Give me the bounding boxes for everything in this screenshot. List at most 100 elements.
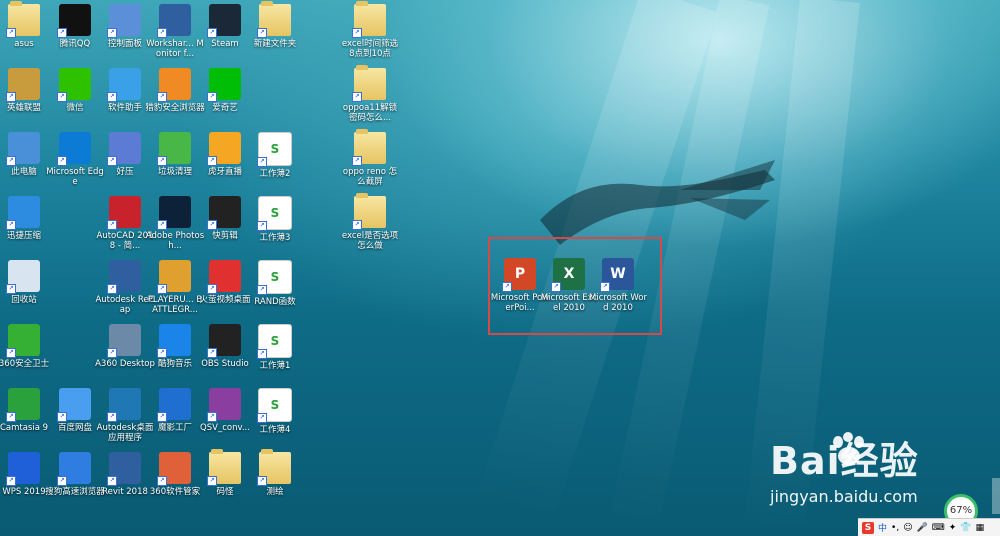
spreadsheet-icon: S ↗ — [257, 132, 292, 167]
desktop-shortcut-label: 工作薄1 — [259, 361, 291, 371]
desktop-shortcut-label: 工作薄4 — [259, 425, 291, 435]
desktop-shortcut[interactable]: ↗ 迅捷压缩 — [0, 196, 54, 241]
cheetah-browser-icon: ↗ — [157, 68, 191, 102]
shortcut-arrow-icon: ↗ — [352, 220, 362, 230]
desktop-shortcut-label: excel是否选项怎么做 — [341, 231, 399, 251]
tools-icon[interactable]: ✦ — [949, 523, 957, 533]
ime-mode-label[interactable]: 中 — [878, 521, 887, 534]
shortcut-arrow-icon: ↗ — [352, 92, 362, 102]
punctuation-icon[interactable]: •, — [891, 523, 899, 533]
word-icon: W ↗ — [600, 258, 634, 292]
shortcut-arrow-icon: ↗ — [207, 28, 217, 38]
shortcut-arrow-icon: ↗ — [107, 156, 117, 166]
camtasia-icon: ↗ — [6, 388, 40, 422]
shortcut-arrow-icon: ↗ — [107, 92, 117, 102]
desktop-shortcut[interactable]: S ↗ 工作薄2 — [245, 132, 305, 179]
desktop-shortcut-label: oppo reno 怎么截屏 — [342, 167, 398, 187]
keyboard-icon[interactable]: ⌨ — [932, 523, 945, 533]
baidu-netdisk-icon: ↗ — [57, 388, 91, 422]
shortcut-arrow-icon: ↗ — [207, 284, 217, 294]
shortcut-arrow-icon: ↗ — [352, 156, 362, 166]
desktop-shortcut[interactable]: S ↗ 工作薄1 — [245, 324, 305, 371]
shortcut-arrow-icon: ↗ — [6, 92, 16, 102]
desktop-shortcut-label: 工作薄2 — [259, 169, 291, 179]
desktop-shortcut[interactable]: ↗ 360安全卫士 — [0, 324, 54, 369]
desktop-shortcut[interactable]: ↗ oppoa11解锁密码怎么... — [340, 65, 400, 123]
shortcut-arrow-icon: ↗ — [207, 476, 217, 486]
winrar-icon: ↗ — [207, 388, 241, 422]
desktop-shortcut[interactable]: ↗ excel时间筛选8点到10点 — [340, 1, 400, 59]
desktop-shortcut[interactable]: S ↗ 工作薄4 — [245, 388, 305, 435]
iqiyi-icon: ↗ — [207, 68, 241, 102]
computer-icon: ↗ — [6, 132, 40, 166]
shortcut-arrow-icon: ↗ — [207, 220, 217, 230]
shortcut-arrow-icon: ↗ — [257, 221, 267, 231]
shortcut-arrow-icon: ↗ — [257, 476, 267, 486]
desktop-shortcut[interactable]: S ↗ 工作薄3 — [245, 196, 305, 243]
side-handle[interactable] — [992, 478, 1000, 514]
shortcut-arrow-icon: ↗ — [57, 476, 67, 486]
shortcut-arrow-icon: ↗ — [57, 156, 67, 166]
desktop-shortcut[interactable]: S ↗ RAND函数 — [245, 260, 305, 307]
moying-icon: ↗ — [157, 388, 191, 422]
a360-icon: ↗ — [107, 324, 141, 358]
shortcut-arrow-icon: ↗ — [257, 413, 267, 423]
wps-icon: ↗ — [6, 452, 40, 486]
document-folder-icon: ↗ — [257, 449, 291, 486]
shortcut-arrow-icon: ↗ — [107, 28, 117, 38]
shortcut-arrow-icon: ↗ — [6, 412, 16, 422]
shortcut-arrow-icon: ↗ — [107, 284, 117, 294]
steam-icon: ↗ — [207, 4, 241, 38]
desktop-shortcut[interactable]: ↗ 新建文件夹 — [245, 1, 305, 49]
document-folder-icon: ↗ — [352, 1, 386, 38]
shortcut-arrow-icon: ↗ — [207, 348, 217, 358]
desktop-shortcut[interactable]: ↗ oppo reno 怎么截屏 — [340, 129, 400, 187]
360-manager-icon: ↗ — [157, 452, 191, 486]
desktop-shortcut[interactable]: ↗ 测绘 — [245, 449, 305, 497]
desktop-shortcut-label: Microsoft Word 2010 — [589, 293, 647, 313]
shortcut-arrow-icon: ↗ — [157, 92, 167, 102]
desktop-shortcut-label: RAND函数 — [254, 297, 296, 307]
desktop-shortcut-label: excel时间筛选8点到10点 — [341, 39, 399, 59]
shortcut-arrow-icon: ↗ — [257, 349, 267, 359]
shortcut-arrow-icon: ↗ — [352, 28, 362, 38]
document-folder-icon: ↗ — [352, 193, 386, 230]
desktop-shortcut-label: 360安全卫士 — [0, 359, 50, 369]
mic-icon[interactable]: 🎤 — [917, 523, 928, 533]
desktop-shortcut[interactable]: ↗ excel是否选项怎么做 — [340, 193, 400, 251]
powerpoint-icon: P ↗ — [502, 258, 536, 292]
shortcut-arrow-icon: ↗ — [6, 220, 16, 230]
shortcut-arrow-icon: ↗ — [157, 412, 167, 422]
ime-toolbar: S 中 •, ☺ 🎤 ⌨ ✦ 👕 ▦ — [858, 518, 1000, 536]
desktop-shortcut[interactable]: W ↗ Microsoft Word 2010 — [588, 258, 648, 313]
desktop-shortcut[interactable]: ↗ 爱奇艺 — [195, 68, 255, 113]
haozip-icon: ↗ — [107, 132, 141, 166]
watermark-brand: Bai经验 — [770, 430, 990, 485]
skin-icon[interactable]: 👕 — [960, 523, 971, 533]
shortcut-arrow-icon: ↗ — [6, 348, 16, 358]
shortcut-arrow-icon: ↗ — [157, 28, 167, 38]
document-folder-icon: ↗ — [352, 65, 386, 102]
shortcut-arrow-icon: ↗ — [107, 476, 117, 486]
pubg-icon: ↗ — [157, 260, 191, 294]
spreadsheet-icon: S ↗ — [257, 260, 292, 295]
desktop-shortcut-label: 新建文件夹 — [253, 39, 297, 49]
huya-icon: ↗ — [207, 132, 241, 166]
folder-icon: ↗ — [257, 1, 291, 38]
shortcut-arrow-icon: ↗ — [157, 220, 167, 230]
shortcut-arrow-icon: ↗ — [207, 92, 217, 102]
shortcut-arrow-icon: ↗ — [6, 476, 16, 486]
desktop-shortcut[interactable]: ↗ 回收站 — [0, 260, 54, 305]
wechat-icon: ↗ — [57, 68, 91, 102]
baidu-paw-icon — [833, 432, 864, 465]
shortcut-arrow-icon: ↗ — [257, 157, 267, 167]
shortcut-arrow-icon: ↗ — [157, 348, 167, 358]
document-folder-icon: ↗ — [207, 449, 241, 486]
grid-icon[interactable]: ▦ — [976, 523, 985, 533]
software-helper-icon: ↗ — [107, 68, 141, 102]
emoji-icon[interactable]: ☺ — [903, 523, 912, 533]
shortcut-arrow-icon: ↗ — [6, 156, 16, 166]
desktop-shortcut-label: 爱奇艺 — [212, 103, 238, 113]
shortcut-arrow-icon: ↗ — [207, 156, 217, 166]
sogou-s-icon[interactable]: S — [862, 521, 874, 534]
